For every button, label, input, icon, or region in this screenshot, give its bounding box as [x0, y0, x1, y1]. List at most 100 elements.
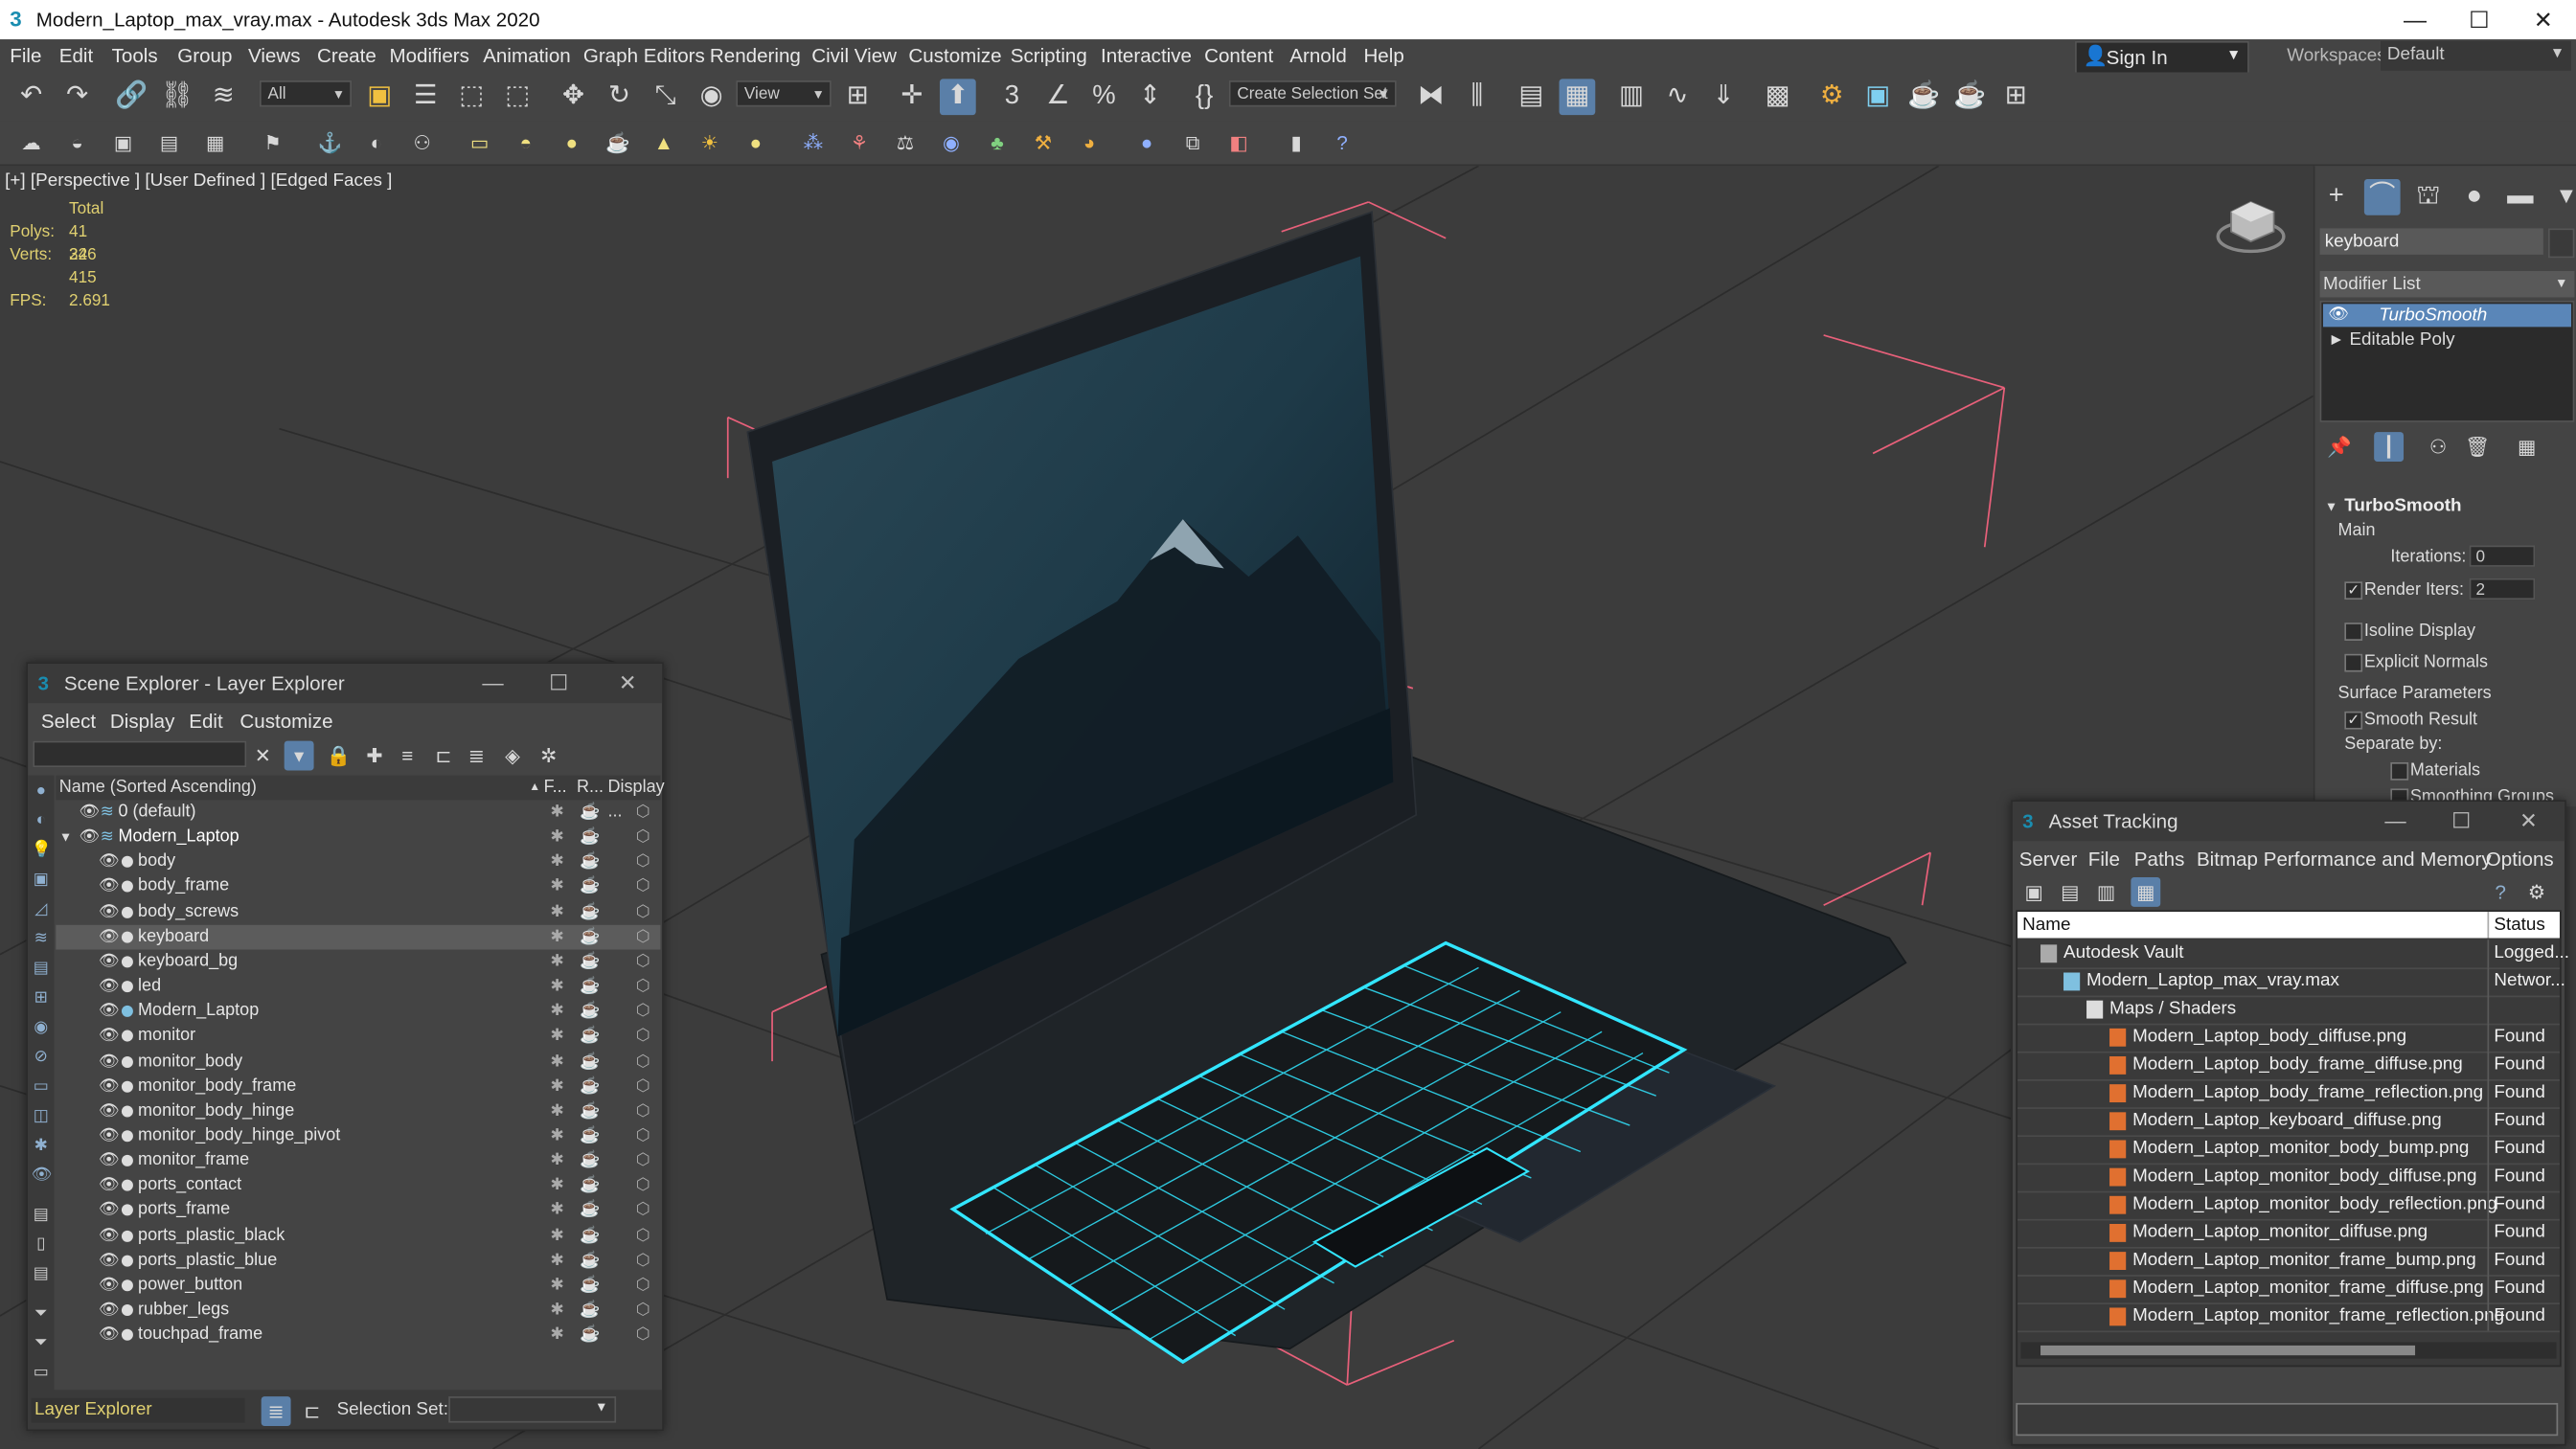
vray-camera-icon[interactable]: ⚓: [315, 128, 345, 158]
visibility-eye-icon[interactable]: 👁: [99, 1273, 120, 1298]
expand-arrow-icon[interactable]: ▼: [59, 825, 73, 849]
menu-civil-view[interactable]: Civil View: [811, 44, 897, 67]
display-shapes-icon[interactable]: ◐: [32, 811, 52, 831]
display-frozen-icon[interactable]: ▭: [32, 1077, 52, 1098]
render-column-header[interactable]: R...: [577, 776, 604, 801]
visibility-eye-icon[interactable]: 👁: [79, 825, 100, 849]
modify-tab-icon[interactable]: ⌒: [2363, 178, 2401, 215]
vray-plane-icon[interactable]: ⚖: [891, 128, 921, 158]
vray-spot-icon[interactable]: ▲: [649, 128, 678, 158]
at-menu-paths[interactable]: Paths: [2134, 848, 2185, 871]
renderable-toggle-icon[interactable]: ☕: [580, 924, 600, 949]
stack-item-editable-poly[interactable]: ▶ Editable Poly: [2323, 328, 2571, 351]
unlink-icon[interactable]: ⛓: [159, 79, 195, 115]
vray-cosmos-icon[interactable]: ◧: [1224, 128, 1254, 158]
visibility-eye-icon[interactable]: 👁: [99, 949, 120, 974]
name-column-header[interactable]: Name: [2022, 912, 2070, 938]
se-menu-select[interactable]: Select: [41, 710, 96, 733]
object-row[interactable]: 👁 monitor_body_hinge_pivot ✱ ☕ ⬡: [56, 1123, 660, 1148]
curve-editor-icon[interactable]: ∿: [1659, 79, 1696, 115]
freeze-toggle-icon[interactable]: ✱: [551, 999, 564, 1024]
filter-funnel-icon[interactable]: ⏷: [32, 1304, 52, 1324]
render-iters-spinner[interactable]: 2: [2469, 577, 2536, 600]
asset-row[interactable]: Maps / Shaders: [2017, 995, 2560, 1026]
display-toggle-icon[interactable]: ⬡: [636, 1049, 650, 1074]
select-manipulate-icon[interactable]: ✛: [894, 79, 930, 115]
render-iterative-icon[interactable]: ☕: [1951, 79, 1988, 115]
visibility-eye-icon[interactable]: 👁: [99, 1223, 120, 1248]
vray-convert-icon[interactable]: ⧉: [1178, 128, 1208, 158]
layer-explorer-icon[interactable]: ▦: [1559, 79, 1596, 116]
close-button[interactable]: ✕: [603, 667, 651, 699]
freeze-toggle-icon[interactable]: ✱: [551, 1323, 564, 1347]
object-row[interactable]: 👁 body_frame ✱ ☕ ⬡: [56, 874, 660, 899]
se-menu-customize[interactable]: Customize: [239, 710, 332, 733]
pin-stack-icon[interactable]: 📌: [2325, 432, 2355, 462]
menu-help[interactable]: Help: [1363, 44, 1403, 67]
folder-icon[interactable]: ▭: [32, 1364, 52, 1384]
scale-icon[interactable]: ⤡: [648, 79, 684, 115]
menu-views[interactable]: Views: [248, 44, 301, 67]
scrollbar-thumb[interactable]: [2040, 1345, 2416, 1356]
renderable-toggle-icon[interactable]: ☕: [580, 1323, 600, 1347]
visibility-eye-icon[interactable]: 👁: [99, 1148, 120, 1173]
vray-dome-light-icon[interactable]: ◓: [511, 128, 540, 158]
select-by-name-icon[interactable]: ☰: [407, 79, 444, 115]
asset-row[interactable]: Modern_Laptop_monitor_body_diffuse.png Fo…: [2017, 1163, 2560, 1193]
menu-modifiers[interactable]: Modifiers: [389, 44, 468, 67]
display-geometry-icon[interactable]: ●: [32, 782, 52, 803]
object-row[interactable]: 👁 monitor ✱ ☕ ⬡: [56, 1024, 660, 1049]
create-tab-icon[interactable]: +: [2318, 179, 2355, 215]
se-menu-display[interactable]: Display: [110, 710, 175, 733]
asset-row[interactable]: Modern_Laptop_body_frame_diffuse.png Foun…: [2017, 1051, 2560, 1081]
object-row[interactable]: 👁 ports_plastic_black ✱ ☕ ⬡: [56, 1223, 660, 1248]
visibility-eye-icon[interactable]: 👁: [99, 1298, 120, 1323]
display-toggle-icon[interactable]: ⬡: [636, 949, 650, 974]
display-toggle-icon[interactable]: ⬡: [636, 924, 650, 949]
edit-named-selection-icon[interactable]: {}: [1186, 79, 1222, 115]
layer-explorer-icon[interactable]: ≣: [261, 1396, 291, 1426]
display-toggle-icon[interactable]: ⬡: [636, 1024, 650, 1049]
status-column-header[interactable]: Status: [2494, 912, 2544, 938]
visibility-eye-icon[interactable]: 👁: [99, 1198, 120, 1223]
place-icon[interactable]: ◉: [694, 79, 730, 115]
renderable-toggle-icon[interactable]: ☕: [580, 1123, 600, 1148]
make-unique-icon[interactable]: ⚇: [2424, 432, 2453, 462]
menu-customize[interactable]: Customize: [908, 44, 1001, 67]
expand-arrow-icon[interactable]: ▶: [2332, 328, 2342, 351]
hierarchy-icon[interactable]: ⊏: [297, 1396, 327, 1426]
find-field[interactable]: [33, 740, 247, 768]
freeze-toggle-icon[interactable]: ✱: [551, 1248, 564, 1273]
asset-row[interactable]: Modern_Laptop_monitor_body_bump.png Found: [2017, 1135, 2560, 1166]
vray-sun-icon[interactable]: ☀: [695, 128, 724, 158]
renderable-toggle-icon[interactable]: ☕: [580, 1049, 600, 1074]
asset-row[interactable]: Modern_Laptop_monitor_frame_reflection.p…: [2017, 1302, 2560, 1333]
at-menu-options[interactable]: Options: [2486, 848, 2554, 871]
minimize-button[interactable]: —: [2385, 3, 2445, 35]
keyboard-shortcut-override-icon[interactable]: ⬆: [939, 79, 976, 116]
object-row[interactable]: 👁 body ✱ ☕ ⬡: [56, 849, 660, 874]
vray-light-icon[interactable]: ▭: [465, 128, 494, 158]
render-in-cloud-icon[interactable]: ⊞: [1997, 79, 2034, 115]
object-row[interactable]: 👁 touchpad_frame ✱ ☕ ⬡: [56, 1323, 660, 1347]
renderable-toggle-icon[interactable]: ☕: [580, 1223, 600, 1248]
rotate-icon[interactable]: ↻: [602, 79, 638, 115]
mirror-icon[interactable]: ⧓: [1413, 79, 1449, 115]
display-toggle-icon[interactable]: ⬡: [636, 1198, 650, 1223]
menu-interactive[interactable]: Interactive: [1101, 44, 1192, 67]
window-crossing-icon[interactable]: ⬚: [499, 79, 536, 115]
display-toggle-icon[interactable]: ⬡: [636, 849, 650, 874]
vray-enmesh-icon[interactable]: ◕: [1075, 128, 1105, 158]
display-toggle-icon[interactable]: ⬡: [636, 1273, 650, 1298]
render-iters-checkbox[interactable]: ✓: [2344, 581, 2363, 600]
display-toggle-icon[interactable]: ⬡: [636, 1098, 650, 1123]
undo-icon[interactable]: ↶: [13, 79, 50, 115]
list-icon[interactable]: ▤: [2055, 877, 2085, 907]
eye-icon[interactable]: 👁: [2328, 304, 2349, 327]
remove-modifier-icon[interactable]: 🗑: [2463, 432, 2493, 462]
display-toggle-icon[interactable]: ⬡: [636, 825, 650, 849]
object-row[interactable]: 👁 Modern_Laptop ✱ ☕ ⬡: [56, 999, 660, 1024]
help-icon[interactable]: ?: [2486, 877, 2516, 907]
display-lights-icon[interactable]: 💡: [32, 841, 52, 861]
hierarchy-tab-icon[interactable]: ⛫: [2410, 179, 2447, 215]
